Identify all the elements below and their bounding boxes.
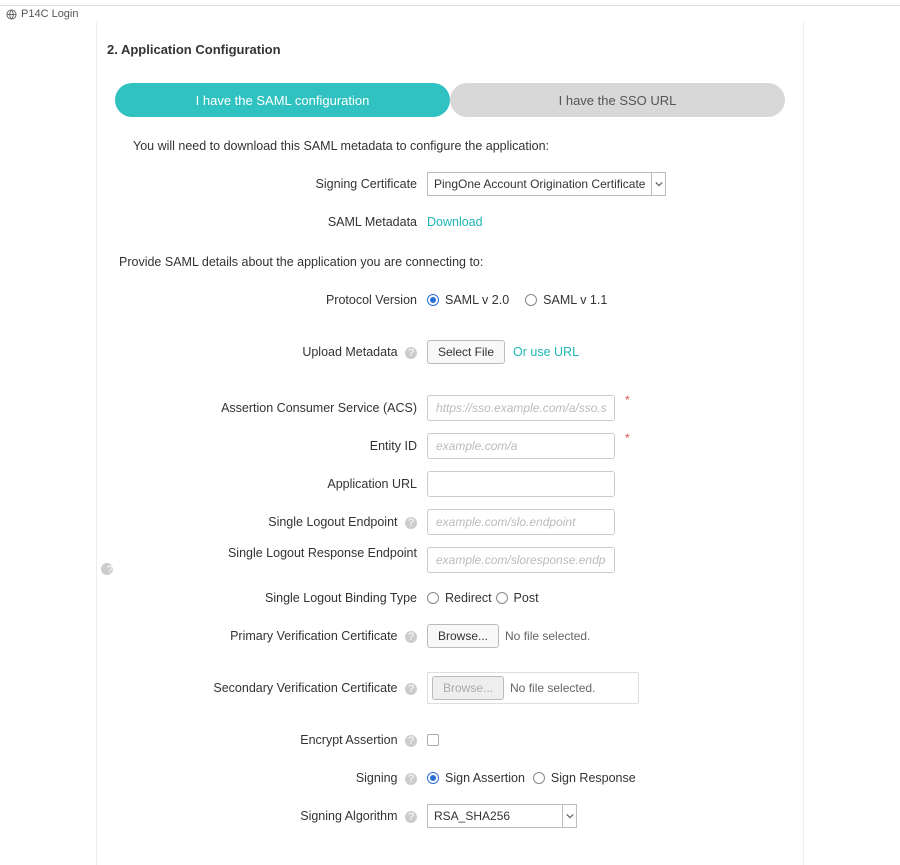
label-application-url: Application URL	[97, 476, 427, 492]
radio-label-saml20: SAML v 2.0	[445, 293, 509, 307]
browser-tab[interactable]: P14C Login	[0, 6, 900, 22]
slo-response-endpoint-input[interactable]	[427, 547, 615, 573]
radio-binding-redirect[interactable]: Redirect	[427, 591, 492, 605]
radio-sign-assertion[interactable]: Sign Assertion	[427, 771, 525, 785]
label-signing-algorithm: Signing Algorithm	[300, 809, 397, 823]
radio-dot-icon	[427, 294, 439, 306]
application-url-input[interactable]	[427, 471, 615, 497]
intro-download-text: You will need to download this SAML meta…	[133, 139, 803, 153]
label-signing-certificate: Signing Certificate	[97, 176, 427, 192]
config-mode-tabs: I have the SAML configuration I have the…	[115, 83, 785, 117]
label-slo-endpoint: Single Logout Endpoint	[268, 515, 397, 529]
help-icon[interactable]: ?	[405, 631, 417, 643]
label-slo-binding-type: Single Logout Binding Type	[97, 590, 427, 606]
globe-icon	[6, 9, 17, 20]
signing-algorithm-select[interactable]: RSA_SHA256	[427, 804, 577, 828]
required-icon: *	[625, 431, 630, 445]
label-slo-response-endpoint: Single Logout Response Endpoint	[228, 546, 417, 560]
signing-certificate-value: PingOne Account Origination Certificate	[428, 177, 651, 191]
label-saml-metadata: SAML Metadata	[97, 214, 427, 230]
or-use-url-link[interactable]: Or use URL	[513, 345, 579, 359]
label-protocol-version: Protocol Version	[97, 292, 427, 308]
select-file-button[interactable]: Select File	[427, 340, 505, 364]
chevron-down-icon	[562, 805, 576, 827]
radio-saml-v2[interactable]: SAML v 2.0	[427, 293, 509, 307]
help-icon[interactable]: ?	[101, 563, 113, 575]
section-title: 2. Application Configuration	[97, 42, 803, 57]
required-icon: *	[625, 393, 630, 407]
help-icon[interactable]: ?	[405, 735, 417, 747]
radio-label-sign-assertion: Sign Assertion	[445, 771, 525, 785]
radio-label-post: Post	[514, 591, 539, 605]
primary-cert-file-status: No file selected.	[505, 629, 590, 643]
help-icon[interactable]: ?	[405, 683, 417, 695]
signing-certificate-select[interactable]: PingOne Account Origination Certificate	[427, 172, 666, 196]
signing-algorithm-value: RSA_SHA256	[428, 809, 516, 823]
help-icon[interactable]: ?	[405, 811, 417, 823]
radio-dot-icon	[427, 772, 439, 784]
radio-dot-icon	[427, 592, 439, 604]
label-acs: Assertion Consumer Service (ACS)	[97, 400, 427, 416]
tab-saml-config[interactable]: I have the SAML configuration	[115, 83, 450, 117]
primary-cert-browse-button[interactable]: Browse...	[427, 624, 499, 648]
entity-id-input[interactable]	[427, 433, 615, 459]
encrypt-assertion-checkbox[interactable]	[427, 734, 439, 746]
radio-saml-v11[interactable]: SAML v 1.1	[525, 293, 607, 307]
secondary-cert-browse-button: Browse...	[432, 676, 504, 700]
label-encrypt-assertion: Encrypt Assertion	[300, 733, 397, 747]
label-entity-id: Entity ID	[97, 438, 427, 454]
browser-tab-title: P14C Login	[21, 8, 79, 20]
help-icon[interactable]: ?	[405, 517, 417, 529]
secondary-cert-file-status: No file selected.	[510, 681, 595, 695]
chevron-down-icon	[651, 173, 665, 195]
radio-label-redirect: Redirect	[445, 591, 492, 605]
download-metadata-link[interactable]: Download	[427, 215, 483, 229]
label-upload-metadata: Upload Metadata	[302, 345, 397, 359]
acs-input[interactable]	[427, 395, 615, 421]
help-icon[interactable]: ?	[405, 347, 417, 359]
radio-label-sign-response: Sign Response	[551, 771, 636, 785]
radio-binding-post[interactable]: Post	[496, 591, 539, 605]
radio-sign-response[interactable]: Sign Response	[533, 771, 636, 785]
label-signing: Signing	[356, 771, 398, 785]
slo-endpoint-input[interactable]	[427, 509, 615, 535]
help-icon[interactable]: ?	[405, 773, 417, 785]
radio-dot-icon	[525, 294, 537, 306]
tab-sso-url[interactable]: I have the SSO URL	[450, 83, 785, 117]
intro-provide-text: Provide SAML details about the applicati…	[119, 255, 803, 269]
radio-label-saml11: SAML v 1.1	[543, 293, 607, 307]
label-primary-cert: Primary Verification Certificate	[230, 629, 397, 643]
radio-dot-icon	[533, 772, 545, 784]
radio-dot-icon	[496, 592, 508, 604]
